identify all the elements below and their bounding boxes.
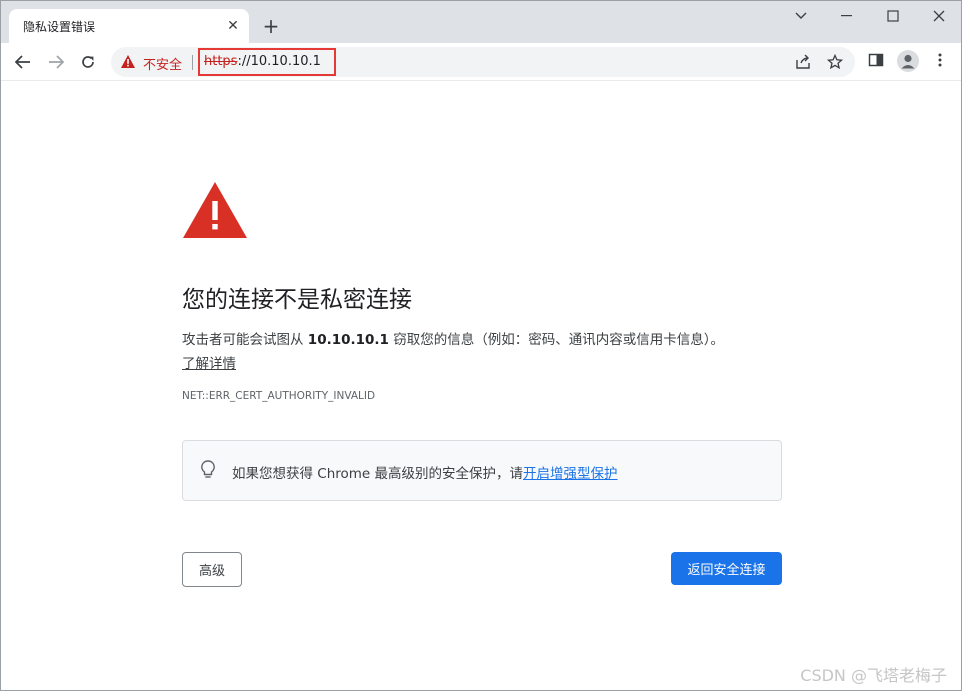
share-icon[interactable] (795, 54, 811, 74)
profile-avatar-icon[interactable] (897, 50, 919, 72)
tab-title: 隐私设置错误 (23, 20, 96, 34)
url-scheme: https (204, 54, 238, 69)
url-host: ://10.10.10.1 (237, 54, 321, 69)
maximize-icon[interactable] (870, 1, 916, 31)
toolbar: 不安全 https://10.10.10.1 (1, 43, 961, 81)
error-code: NET::ERR_CERT_AUTHORITY_INVALID (182, 390, 376, 402)
message-host: 10.10.10.1 (307, 332, 389, 348)
back-arrow-icon[interactable] (10, 49, 36, 75)
new-tab-button[interactable]: + (259, 14, 283, 38)
reload-icon[interactable] (75, 49, 101, 75)
omnibox-divider (192, 55, 193, 70)
warning-triangle-icon[interactable] (120, 54, 136, 73)
not-secure-label[interactable]: 不安全 (143, 54, 182, 73)
tab-close-icon[interactable]: ✕ (223, 16, 243, 36)
enhanced-protection-link[interactable]: 开启增强型保护 (523, 466, 618, 482)
promo-text: 如果您想获得 Chrome 最高级别的安全保护，请开启增强型保护 (232, 462, 618, 482)
chevron-down-icon[interactable] (778, 1, 824, 31)
message-before: 攻击者可能会试图从 (182, 332, 308, 348)
danger-triangle-icon (182, 181, 248, 243)
advanced-button[interactable]: 高级 (182, 552, 242, 587)
omnibox[interactable]: 不安全 https://10.10.10.1 (111, 47, 855, 77)
watermark: CSDN @飞塔老梅子 (800, 666, 947, 685)
learn-more-link[interactable]: 了解详情 (182, 352, 236, 372)
bookmark-star-icon[interactable] (826, 53, 844, 74)
back-to-safety-button[interactable]: 返回安全连接 (671, 552, 782, 585)
promo-text-body: 如果您想获得 Chrome 最高级别的安全保护，请 (232, 466, 524, 482)
main-message: 攻击者可能会试图从 10.10.10.1 窃取您的信息（例如：密码、通讯内容或信… (182, 328, 724, 348)
page-title: 您的连接不是私密连接 (182, 287, 412, 313)
tab-strip: 隐私设置错误 ✕ + (1, 1, 961, 43)
message-after: 窃取您的信息（例如：密码、通讯内容或信用卡信息）。 (388, 332, 724, 348)
minimize-icon[interactable] (824, 1, 870, 31)
tab-active[interactable]: 隐私设置错误 ✕ (9, 9, 249, 43)
more-menu-icon[interactable] (932, 52, 948, 72)
lightbulb-icon (201, 460, 215, 484)
browser-window: 隐私设置错误 ✕ + 不安全 https://10.10.10.1 您的连接不是… (0, 0, 962, 691)
close-icon[interactable] (916, 1, 961, 31)
enhanced-protection-promo: 如果您想获得 Chrome 最高级别的安全保护，请开启增强型保护 (182, 440, 782, 501)
forward-arrow-icon[interactable] (43, 49, 69, 75)
url-text[interactable]: https://10.10.10.1 (204, 54, 321, 69)
side-panel-icon[interactable] (868, 52, 884, 72)
